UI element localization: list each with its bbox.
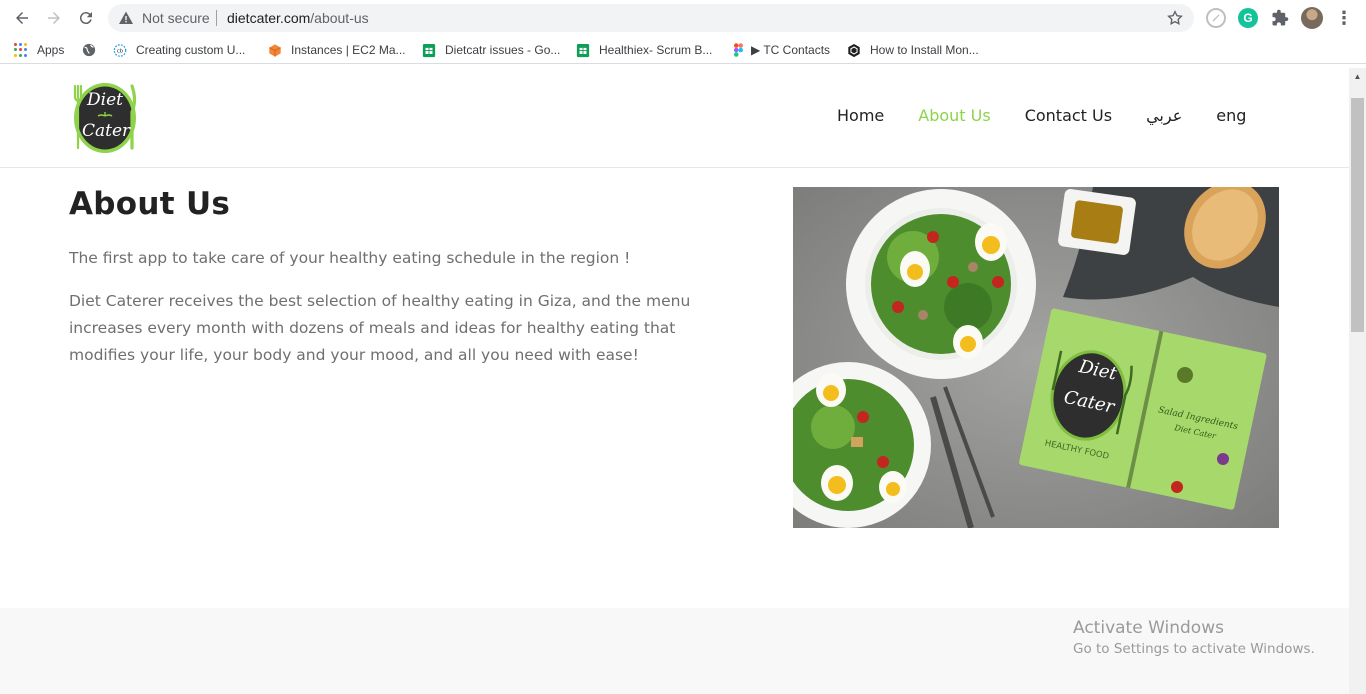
figma-icon [731, 42, 745, 57]
bookmark-label: Creating custom U... [136, 43, 246, 57]
bookmark-label: Apps [37, 43, 65, 57]
url-text: dietcater.com/about-us [227, 10, 369, 26]
bookmark-tc-contacts[interactable]: ▶ TC Contacts [731, 42, 830, 58]
bookmark-ec2[interactable]: Instances | EC2 Ma... [268, 42, 406, 58]
activation-title: Activate Windows [1073, 618, 1224, 638]
page-viewport: Diet Cater Home About Us Contact Us عربي… [0, 68, 1349, 694]
about-body: Diet Caterer receives the best selection… [69, 292, 691, 364]
scroll-up-icon[interactable]: ▲ [1349, 68, 1366, 85]
apps-grid-icon [14, 43, 28, 57]
kebab-menu-icon[interactable]: ⋮ [1334, 8, 1354, 28]
browser-toolbar: Not secure dietcater.com/about-us G ⋮ [0, 0, 1366, 36]
bookmark-creating-custom[interactable]: cb Creating custom U... [113, 42, 245, 58]
grammarly-icon[interactable]: G [1238, 8, 1258, 28]
bookmark-label: Dietcatr issues - Go... [445, 43, 561, 57]
scroll-thumb[interactable] [1351, 98, 1364, 332]
bookmark-label: How to Install Mon... [870, 43, 979, 57]
bookmark-label: Healthiex- Scrum B... [599, 43, 713, 57]
security-label: Not secure [142, 10, 210, 26]
bookmark-star-icon[interactable] [1166, 9, 1184, 27]
about-section: About Us The first app to take care of y… [69, 186, 729, 369]
back-icon[interactable] [10, 7, 34, 29]
page-scrollbar[interactable]: ▲ [1349, 68, 1366, 694]
bookmark-install-mon[interactable]: How to Install Mon... [847, 42, 979, 58]
reload-icon[interactable] [74, 7, 98, 29]
logo-text-bottom: Cater [82, 121, 131, 141]
bookmark-dietcatr-issues[interactable]: Dietcatr issues - Go... [422, 42, 560, 58]
page-title: About Us [69, 186, 231, 222]
url-path: /about-us [310, 10, 369, 26]
site-header: Diet Cater Home About Us Contact Us عربي… [0, 68, 1349, 168]
svg-text:cb: cb [117, 48, 124, 54]
globe-icon [82, 43, 96, 57]
url-host: dietcater.com [227, 10, 311, 26]
google-sheets-icon [576, 43, 590, 57]
nav-english[interactable]: eng [1216, 106, 1246, 125]
omnibox-divider [216, 10, 217, 26]
extensions-puzzle-icon[interactable] [1270, 8, 1290, 28]
profile-avatar[interactable] [1301, 7, 1323, 29]
logo-text-top: Diet [87, 90, 123, 110]
hexagon-icon [847, 43, 861, 57]
nav-contact-us[interactable]: Contact Us [1025, 106, 1112, 125]
bookmarks-bar: Apps cb Creating custom U... Instances |… [0, 36, 1366, 64]
nav-arabic[interactable]: عربي [1146, 106, 1182, 125]
nav-about-us[interactable]: About Us [918, 106, 990, 125]
forward-icon[interactable] [42, 7, 66, 29]
diet-cater-logo[interactable]: Diet Cater [70, 80, 140, 156]
warning-icon [119, 11, 133, 24]
aws-cube-icon [268, 43, 282, 57]
activation-subtitle: Go to Settings to activate Windows. [1073, 641, 1315, 657]
main-nav: Home About Us Contact Us عربي eng [837, 106, 1246, 125]
bookmark-healthiex[interactable]: Healthiex- Scrum B... [576, 42, 712, 58]
google-sheets-icon [422, 43, 436, 57]
hero-image: Diet Cater HEALTHY FOOD Salad Ingredient… [793, 187, 1279, 528]
bookmark-label: ▶ TC Contacts [751, 43, 831, 57]
bookmark-apps[interactable]: Apps [14, 42, 64, 58]
nav-home[interactable]: Home [837, 106, 884, 125]
extension-circle-icon[interactable] [1206, 8, 1226, 28]
cb-icon: cb [113, 43, 127, 57]
bookmark-label: Instances | EC2 Ma... [291, 43, 406, 57]
bookmark-globe[interactable] [82, 42, 105, 58]
about-lead: The first app to take care of your healt… [69, 249, 631, 267]
windows-activation-watermark: Activate Windows Go to Settings to activ… [1073, 618, 1315, 657]
address-bar[interactable]: Not secure dietcater.com/about-us [108, 4, 1194, 32]
